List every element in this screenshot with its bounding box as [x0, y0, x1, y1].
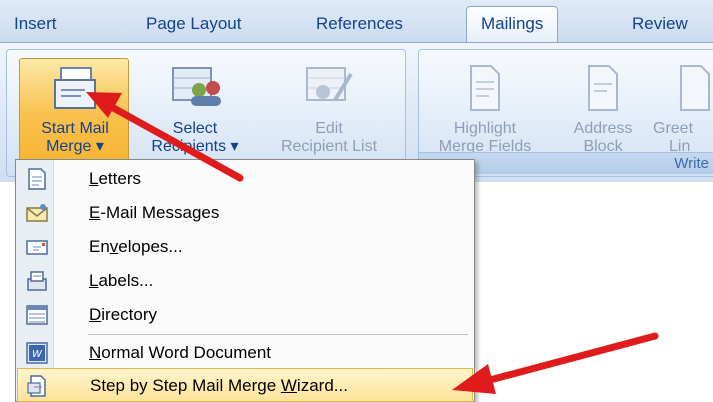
- word-document-icon: W: [26, 342, 48, 364]
- tab-mailings[interactable]: Mailings: [466, 6, 559, 44]
- menu-item-label: Letters: [89, 169, 141, 188]
- edit-recipient-list-label-2: Recipient List: [280, 138, 378, 155]
- menu-item-email-messages[interactable]: E-Mail Messages: [17, 196, 473, 230]
- start-mail-merge-group: Start Mail Merge ▾ Select Recipients ▾ E…: [6, 49, 406, 177]
- write-insert-fields-group: Highlight Merge Fields Address Block Gre…: [418, 49, 713, 177]
- letter-icon: [28, 168, 46, 190]
- menu-item-labels[interactable]: Labels...: [17, 264, 473, 298]
- edit-recipient-list-icon: [306, 67, 353, 102]
- document-area: [476, 182, 713, 402]
- tab-page-layout[interactable]: Page Layout: [146, 10, 241, 40]
- tab-review[interactable]: Review: [632, 10, 688, 40]
- highlight-merge-fields-label-1: Highlight: [453, 120, 517, 137]
- select-recipients-label-2: Recipients ▾: [151, 138, 239, 155]
- tab-references[interactable]: References: [316, 10, 403, 40]
- labels-icon: [27, 271, 47, 291]
- edit-recipient-list-label-1: Edit: [315, 120, 343, 137]
- menu-item-label: Normal Word Document: [89, 343, 272, 362]
- wizard-icon: [27, 375, 46, 397]
- address-block-icon: [588, 65, 618, 111]
- tab-insert[interactable]: Insert: [14, 10, 57, 40]
- start-mail-merge-label-2: Merge ▾: [46, 138, 104, 155]
- menu-item-label: E-Mail Messages: [89, 203, 220, 222]
- address-block-label-1: Address: [573, 120, 633, 137]
- greeting-line-icon: [680, 65, 710, 111]
- menu-item-label: Step by Step Mail Merge Wizard...: [90, 376, 348, 395]
- menu-item-directory[interactable]: Directory: [17, 298, 473, 332]
- start-mail-merge-menu: Letters E-Mail Messages Envelopes... Lab…: [15, 159, 475, 402]
- highlight-merge-fields-icon: [470, 65, 500, 111]
- directory-icon: [26, 305, 48, 325]
- menu-item-label: Envelopes...: [89, 237, 183, 256]
- menu-item-envelopes[interactable]: Envelopes...: [17, 230, 473, 264]
- menu-item-mail-merge-wizard[interactable]: Step by Step Mail Merge Wizard...: [17, 368, 473, 402]
- greeting-line-label-1: Greet: [653, 120, 694, 137]
- menu-divider: [88, 334, 468, 335]
- email-envelope-icon: [26, 204, 48, 222]
- select-recipients-label-1: Select: [172, 120, 218, 137]
- address-block-button[interactable]: Address Block: [561, 64, 645, 156]
- select-recipients-icon: [172, 67, 221, 106]
- edit-recipient-list-button[interactable]: Edit Recipient List: [259, 64, 399, 156]
- envelope-icon: [26, 240, 48, 255]
- svg-text:W: W: [32, 349, 43, 360]
- menu-item-normal-word-document[interactable]: W Normal Word Document: [17, 336, 473, 370]
- greeting-line-button[interactable]: Greet Lin: [653, 64, 713, 156]
- start-mail-merge-button[interactable]: Start Mail Merge ▾: [19, 64, 131, 156]
- ribbon-tab-strip: Insert Page Layout References Mailings R…: [0, 0, 713, 44]
- menu-item-letters[interactable]: Letters: [17, 162, 473, 196]
- menu-item-label: Directory: [89, 305, 158, 324]
- start-mail-merge-label-1: Start Mail: [41, 120, 109, 137]
- start-mail-merge-icon: [54, 67, 96, 109]
- highlight-merge-fields-button[interactable]: Highlight Merge Fields: [425, 64, 545, 156]
- select-recipients-button[interactable]: Select Recipients ▾: [135, 64, 255, 156]
- menu-item-label: Labels...: [89, 271, 154, 290]
